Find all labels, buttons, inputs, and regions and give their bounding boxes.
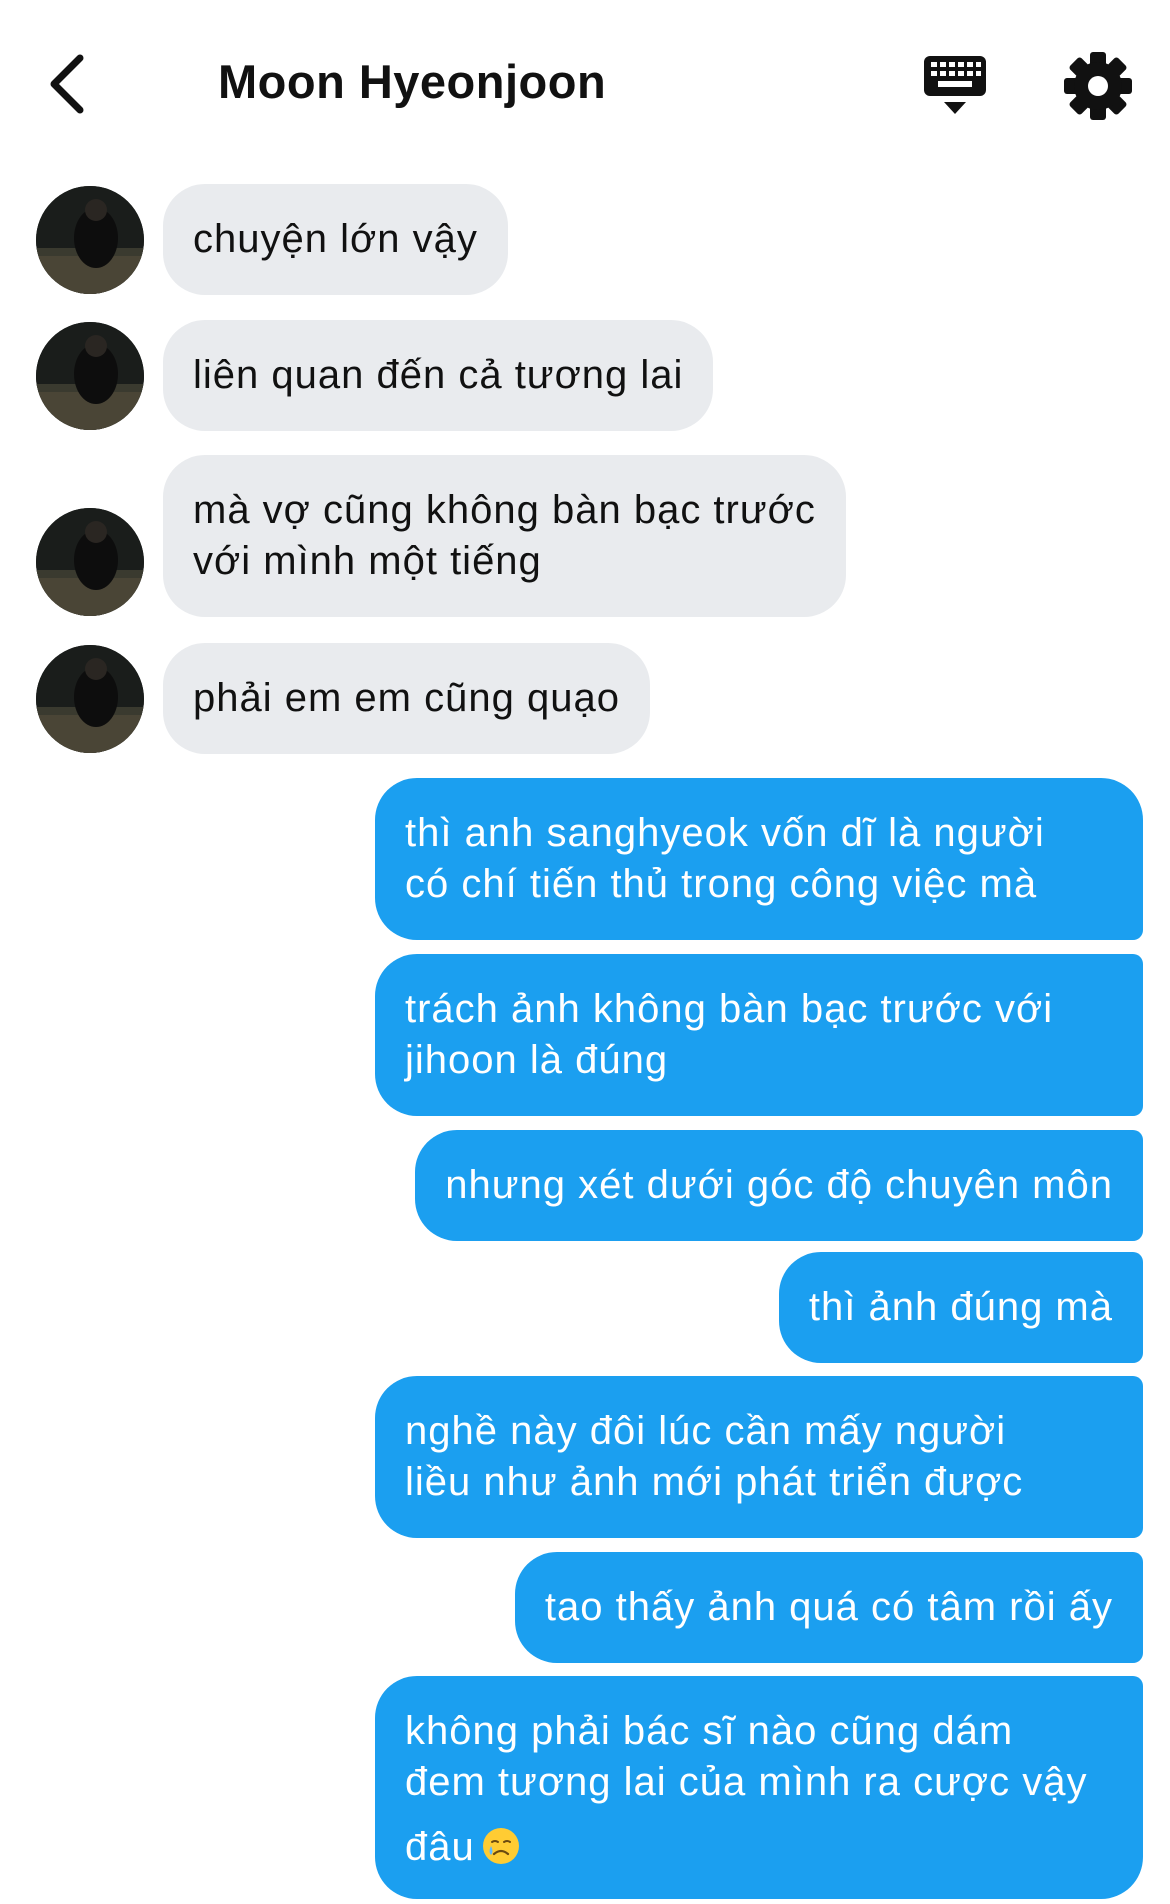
settings-button[interactable] <box>1062 50 1134 122</box>
keyboard-button[interactable] <box>920 54 990 118</box>
message-text: chuyện lớn vậy <box>193 217 478 261</box>
message-bubble-outgoing[interactable]: nghề này đôi lúc cần mấy người liều như … <box>375 1376 1143 1538</box>
message-text: với mình một tiếng <box>193 539 542 583</box>
message-bubble-outgoing[interactable]: nhưng xét dưới góc độ chuyên môn <box>415 1130 1143 1241</box>
message-bubble-outgoing[interactable]: tao thấy ảnh quá có tâm rồi ấy <box>514 1552 1143 1663</box>
message-bubble-incoming[interactable]: mà vợ cũng không bàn bạc trước với mình … <box>163 455 846 617</box>
message-bubble-outgoing[interactable]: trách ảnh không bàn bạc trước với jihoon… <box>375 954 1143 1116</box>
message-text: nghề này đôi lúc cần mấy người <box>405 1409 1007 1453</box>
message-bubble-incoming[interactable]: liên quan đến cả tương lai <box>163 320 714 431</box>
message-text: thì ảnh đúng mà <box>808 1285 1113 1329</box>
message-text: đâu <box>405 1825 475 1869</box>
profile-photo <box>36 508 144 616</box>
message-text: mà vợ cũng không bàn bạc trước <box>193 488 816 532</box>
gear-icon <box>1064 52 1132 120</box>
message-bubble-outgoing[interactable]: thì ảnh đúng mà <box>778 1252 1143 1363</box>
message-text: nhưng xét dưới góc độ chuyên môn <box>445 1163 1113 1207</box>
avatar[interactable] <box>36 186 144 294</box>
back-button[interactable] <box>36 44 96 124</box>
avatar[interactable] <box>36 645 144 753</box>
message-text: liều như ảnh mới phát triển được <box>405 1460 1024 1504</box>
message-bubble-outgoing[interactable]: không phải bác sĩ nào cũng dám đem tương… <box>375 1676 1143 1899</box>
profile-photo <box>36 322 144 430</box>
message-text: trách ảnh không bàn bạc trước với <box>405 987 1054 1031</box>
message-text: liên quan đến cả tương lai <box>193 353 684 397</box>
avatar[interactable] <box>36 322 144 430</box>
message-bubble-incoming[interactable]: phải em em cũng quạo <box>163 643 650 754</box>
contact-name[interactable]: Moon Hyeonjoon <box>218 54 606 109</box>
message-bubble-outgoing[interactable]: thì anh sanghyeok vốn dĩ là người có chí… <box>375 778 1143 940</box>
crying-face-emoji <box>482 1828 519 1864</box>
chevron-left-icon <box>50 54 84 114</box>
profile-photo <box>36 645 144 753</box>
message-text: không phải bác sĩ nào cũng dám <box>405 1709 1014 1753</box>
avatar[interactable] <box>36 508 144 616</box>
message-text: có chí tiến thủ trong công việc mà <box>405 862 1038 906</box>
message-bubble-incoming[interactable]: chuyện lớn vậy <box>163 184 508 295</box>
chat-header: Moon Hyeonjoon <box>0 0 1170 170</box>
profile-photo <box>36 186 144 294</box>
message-text: phải em em cũng quạo <box>193 676 620 720</box>
keyboard-icon <box>924 56 986 114</box>
message-text: tao thấy ảnh quá có tâm rồi ấy <box>544 1585 1113 1629</box>
message-text: thì anh sanghyeok vốn dĩ là người <box>405 811 1045 855</box>
message-text: jihoon là đúng <box>405 1038 669 1082</box>
message-text: đem tương lai của mình ra cược vậy <box>405 1760 1088 1804</box>
